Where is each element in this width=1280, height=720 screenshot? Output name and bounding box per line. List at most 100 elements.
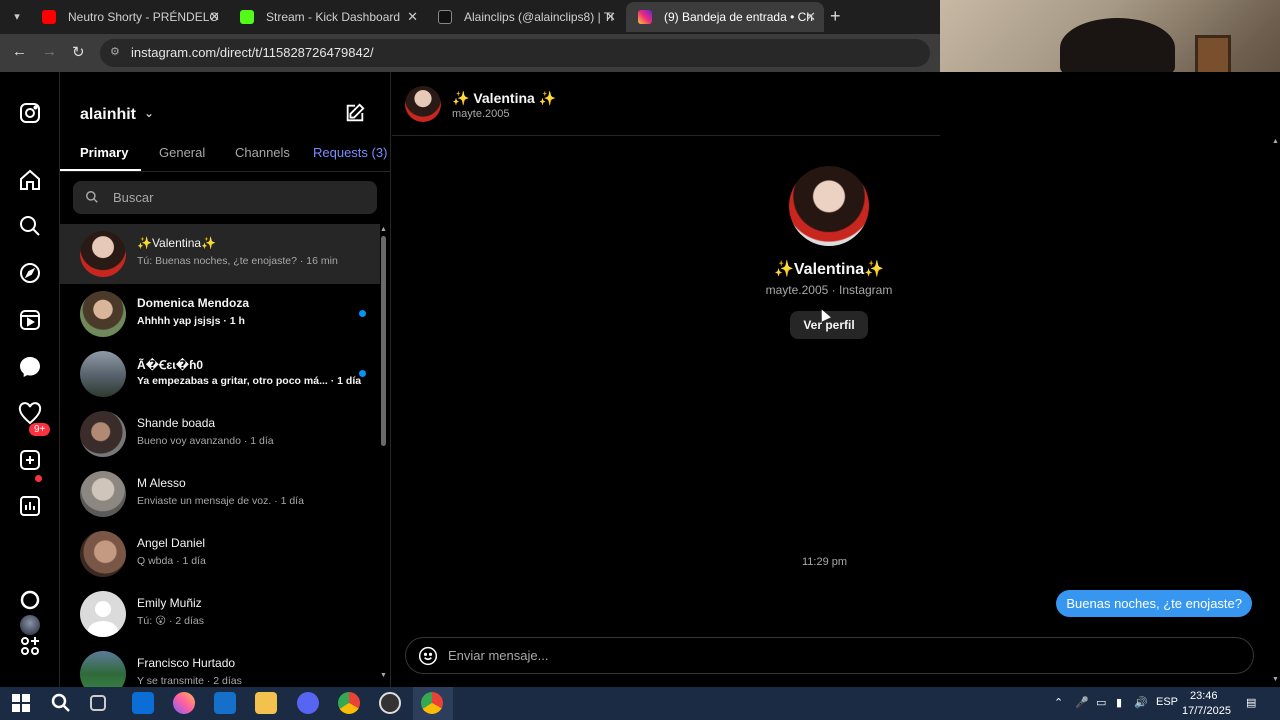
taskbar-search-icon[interactable] [50,692,72,714]
chrome-active-icon[interactable] [421,692,443,714]
browser-tab-kick[interactable]: Stream - Kick Dashboard ✕ [228,2,426,32]
tab-primary[interactable]: Primary [80,145,128,160]
tiktok-icon [438,10,452,24]
close-tab-icon[interactable]: ✕ [209,2,220,32]
language-indicator[interactable]: ESP [1156,696,1178,708]
outlook-icon[interactable] [214,692,236,714]
threads-icon[interactable] [18,588,42,612]
tab-label: Alainclips (@alainclips8) | TikTok [464,10,614,24]
thread-item[interactable]: M Alesso Enviaste un mensaje de voz. · 1… [60,464,380,524]
search-input[interactable]: Buscar [73,181,377,214]
site-info-icon[interactable]: ⚙ [110,45,124,59]
message-input[interactable]: Enviar mensaje... [405,637,1254,674]
reload-icon[interactable]: ↻ [72,43,85,61]
avatar[interactable] [405,86,441,122]
browser-tab-instagram[interactable]: (9) Bandeja de entrada • Chats ✕ [626,2,824,32]
conversation-title[interactable]: ✨ Valentina ✨ [452,90,556,107]
close-tab-icon[interactable]: ✕ [605,2,616,32]
scroll-down-icon[interactable]: ▼ [1272,676,1279,683]
thread-list-scrollbar[interactable]: ▲ ▼ [380,224,388,684]
new-message-icon[interactable] [344,102,366,124]
thread-name: M Alesso [137,476,186,490]
browser-tab-youtube[interactable]: Neutro Shorty - PRÉNDELO PIN ✕ [30,2,228,32]
tab-general[interactable]: General [159,145,205,160]
forward-icon[interactable]: → [42,43,57,60]
sent-message-bubble[interactable]: Buenas noches, ¿te enojaste? [1056,590,1252,617]
tab-requests[interactable]: Requests (3) [313,145,387,160]
profile-avatar[interactable] [20,615,40,635]
thread-name: Shande boada [137,416,216,430]
copilot-icon[interactable] [173,692,195,714]
thread-name: ✨Valentina✨ [137,236,217,250]
task-view-icon[interactable] [90,695,106,711]
thread-preview: Q wbda · 1 día [137,555,206,567]
thread-item[interactable]: Ã�Ꞓɛɩ�ɦ0 Ya empezabas a gritar, otro poc… [60,344,380,404]
avatar [80,471,126,517]
message-placeholder: Enviar mensaje... [448,648,549,663]
conversation-scrollbar[interactable]: ▲ ▼ [1270,136,1280,687]
new-tab-icon[interactable]: + [830,6,841,27]
unread-dot [359,310,366,317]
back-icon[interactable]: ← [12,43,27,60]
explore-icon[interactable] [18,261,42,285]
reels-icon[interactable] [18,308,42,332]
discord-icon[interactable] [297,692,319,714]
home-icon[interactable] [18,168,42,192]
thread-item[interactable]: Domenica Mendoza Ahhhh yap jsjsjs · 1 h [60,284,380,344]
thread-item[interactable]: Emily Muñiz Tú: 😮 · 2 días [60,584,380,644]
close-tab-icon[interactable]: ✕ [407,2,418,32]
notifications-icon[interactable]: ▤ [1246,696,1256,709]
thread-item[interactable]: Francisco Hurtado Y se transmite · 2 día… [60,644,380,687]
obs-icon[interactable] [379,692,401,714]
thread-item[interactable]: Angel Daniel Q wbda · 1 día [60,524,380,584]
windows-start-icon[interactable] [10,692,32,714]
thread-item[interactable]: Shande boada Bueno voy avanzando · 1 día [60,404,380,464]
clock-time[interactable]: 23:46 [1190,690,1218,702]
scroll-up-icon[interactable]: ▲ [1272,138,1279,145]
instagram-icon [638,10,652,24]
conversation-header: ✨ Valentina ✨ mayte.2005 [392,72,940,136]
tab-search-icon[interactable]: ▾ [8,8,26,26]
search-placeholder: Buscar [113,190,154,205]
file-explorer-icon[interactable] [255,692,277,714]
conversation-panel: ✨ Valentina ✨ mayte.2005 ✨Valentina✨ may… [392,72,1280,687]
store-icon[interactable] [132,692,154,714]
conversation-username: mayte.2005 [452,108,510,120]
avatar [80,291,126,337]
emoji-icon[interactable] [418,646,438,666]
avatar [80,651,126,687]
thread-preview: Y se transmite · 2 días [137,675,242,687]
scroll-down-icon[interactable]: ▼ [380,672,387,679]
close-tab-icon[interactable]: ✕ [805,2,816,32]
chrome-icon[interactable] [338,692,360,714]
create-icon[interactable] [18,448,42,472]
thread-name: Ã�Ꞓɛɩ�ɦ0 [137,358,204,372]
dashboard-icon[interactable] [18,494,42,518]
volume-icon[interactable]: 🔊 [1134,696,1148,709]
thread-preview: Tú: 😮 · 2 días [137,615,204,627]
thread-preview: Tú: Buenas noches, ¿te enojaste? · 16 mi… [137,255,338,267]
chevron-down-icon[interactable]: ⌄ [144,106,154,120]
heart-icon[interactable] [18,402,42,426]
thread-item[interactable]: ✨Valentina✨ Tú: Buenas noches, ¿te enoja… [60,224,380,284]
search-icon[interactable] [18,214,42,238]
url-field[interactable]: ⚙ instagram.com/direct/t/115828726479842… [100,39,930,67]
clock-date[interactable]: 17/7/2025 [1182,705,1231,717]
messenger-icon[interactable] [18,355,42,379]
address-bar: ← → ↻ ⚙ instagram.com/direct/t/115828726… [0,34,940,72]
network-icon[interactable]: ▭ [1096,696,1106,709]
instagram-nav-rail: 9+ [0,72,60,687]
scroll-up-icon[interactable]: ▲ [380,226,387,233]
scrollbar-thumb[interactable] [381,236,386,446]
account-username[interactable]: alainhit [80,106,136,124]
unread-dot [359,370,366,377]
profile-name: ✨Valentina✨ [773,261,885,278]
microphone-icon[interactable]: 🎤 [1075,696,1089,709]
tab-channels[interactable]: Channels [235,145,290,160]
tray-overflow-icon[interactable]: ⌃ [1054,696,1063,709]
avatar [80,231,126,277]
battery-icon[interactable]: ▮ [1116,696,1122,709]
browser-tab-tiktok[interactable]: Alainclips (@alainclips8) | TikTok ✕ [426,2,624,32]
more-apps-icon[interactable] [18,634,42,658]
instagram-logo-icon[interactable] [18,101,42,125]
